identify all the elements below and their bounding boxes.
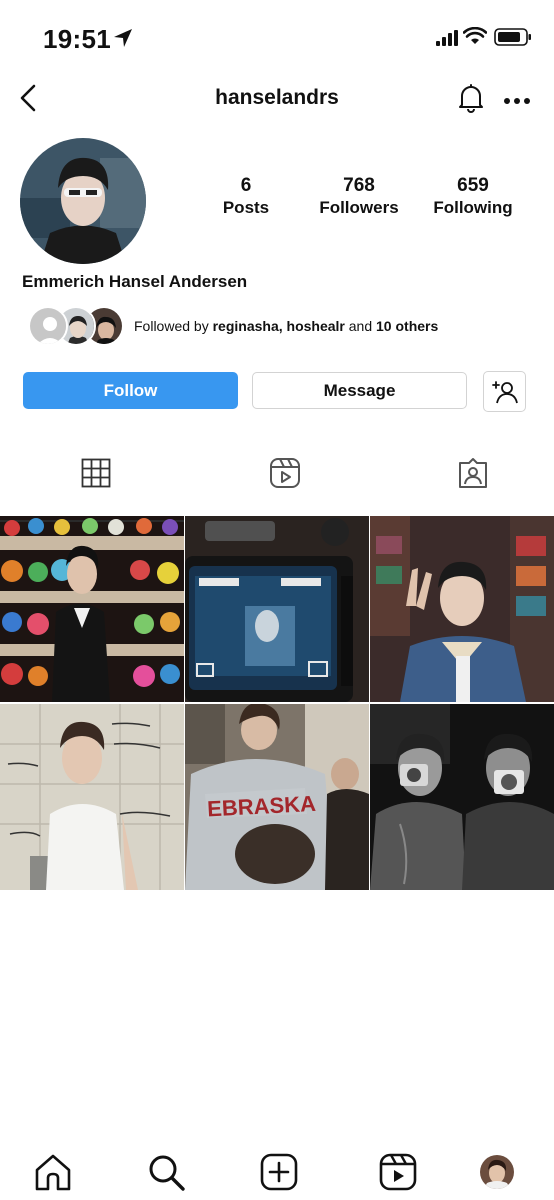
posts-count: 6 bbox=[240, 175, 252, 196]
posts-label: Posts bbox=[222, 198, 270, 217]
followed-by-others: 10 others bbox=[376, 318, 439, 334]
more-options-icon[interactable] bbox=[503, 88, 531, 108]
stat-posts[interactable]: 6 Posts bbox=[191, 175, 301, 218]
following-label: Following bbox=[433, 198, 513, 217]
mutual-avatar bbox=[28, 306, 68, 346]
nav-profile[interactable] bbox=[475, 1150, 519, 1194]
tab-reels[interactable] bbox=[268, 456, 302, 490]
message-button[interactable]: Message bbox=[252, 372, 467, 409]
tab-tagged[interactable] bbox=[456, 456, 490, 490]
followed-by-names: reginasha, hoshealr bbox=[212, 318, 345, 334]
followed-by-prefix: Followed by bbox=[134, 318, 209, 334]
post-thumbnail[interactable] bbox=[185, 516, 369, 702]
bottom-navigation bbox=[0, 1148, 554, 1200]
add-person-icon bbox=[491, 380, 518, 403]
cellular-signal-icon bbox=[436, 30, 458, 46]
follow-button[interactable]: Follow bbox=[23, 372, 238, 409]
post-thumbnail[interactable] bbox=[370, 516, 554, 702]
post-thumbnail[interactable] bbox=[370, 704, 554, 890]
followers-label: Followers bbox=[319, 198, 399, 217]
following-count: 659 bbox=[457, 175, 489, 196]
profile-full-name: Emmerich Hansel Andersen bbox=[22, 272, 248, 291]
stat-followers[interactable]: 768 Followers bbox=[304, 175, 414, 218]
nav-reels[interactable] bbox=[376, 1150, 420, 1194]
stat-following[interactable]: 659 Following bbox=[418, 175, 528, 218]
status-bar: 19:51 bbox=[0, 0, 554, 70]
home-icon bbox=[35, 1154, 71, 1191]
profile-header: hanselandrs bbox=[0, 78, 554, 118]
followers-count: 768 bbox=[343, 175, 375, 196]
nav-create[interactable] bbox=[257, 1150, 301, 1194]
status-time: 19:51 bbox=[43, 24, 111, 54]
suggested-accounts-button[interactable] bbox=[483, 371, 526, 412]
reels-icon bbox=[379, 1153, 417, 1191]
post-thumbnail[interactable]: EBRASKA bbox=[185, 704, 369, 890]
followed-by-text[interactable]: Followed by reginasha, hoshealr and 10 o… bbox=[134, 318, 438, 334]
nav-home[interactable] bbox=[31, 1150, 75, 1194]
reels-icon bbox=[270, 458, 300, 488]
tagged-icon bbox=[459, 458, 487, 488]
post-thumbnail[interactable] bbox=[0, 704, 184, 890]
search-icon bbox=[149, 1155, 185, 1191]
tab-posts-grid[interactable] bbox=[79, 456, 113, 490]
followed-by-conjunction: and bbox=[348, 318, 373, 334]
mutual-followers-avatars[interactable] bbox=[28, 306, 124, 346]
wifi-icon bbox=[463, 27, 487, 44]
profile-avatar[interactable] bbox=[20, 138, 146, 264]
battery-icon bbox=[494, 28, 531, 46]
notification-bell-icon[interactable] bbox=[457, 83, 485, 113]
new-post-icon bbox=[260, 1153, 298, 1191]
grid-icon bbox=[81, 458, 111, 488]
post-thumbnail[interactable] bbox=[0, 516, 184, 702]
nav-search[interactable] bbox=[144, 1150, 188, 1194]
profile-avatar-icon bbox=[480, 1155, 514, 1189]
location-arrow-icon bbox=[114, 29, 132, 47]
